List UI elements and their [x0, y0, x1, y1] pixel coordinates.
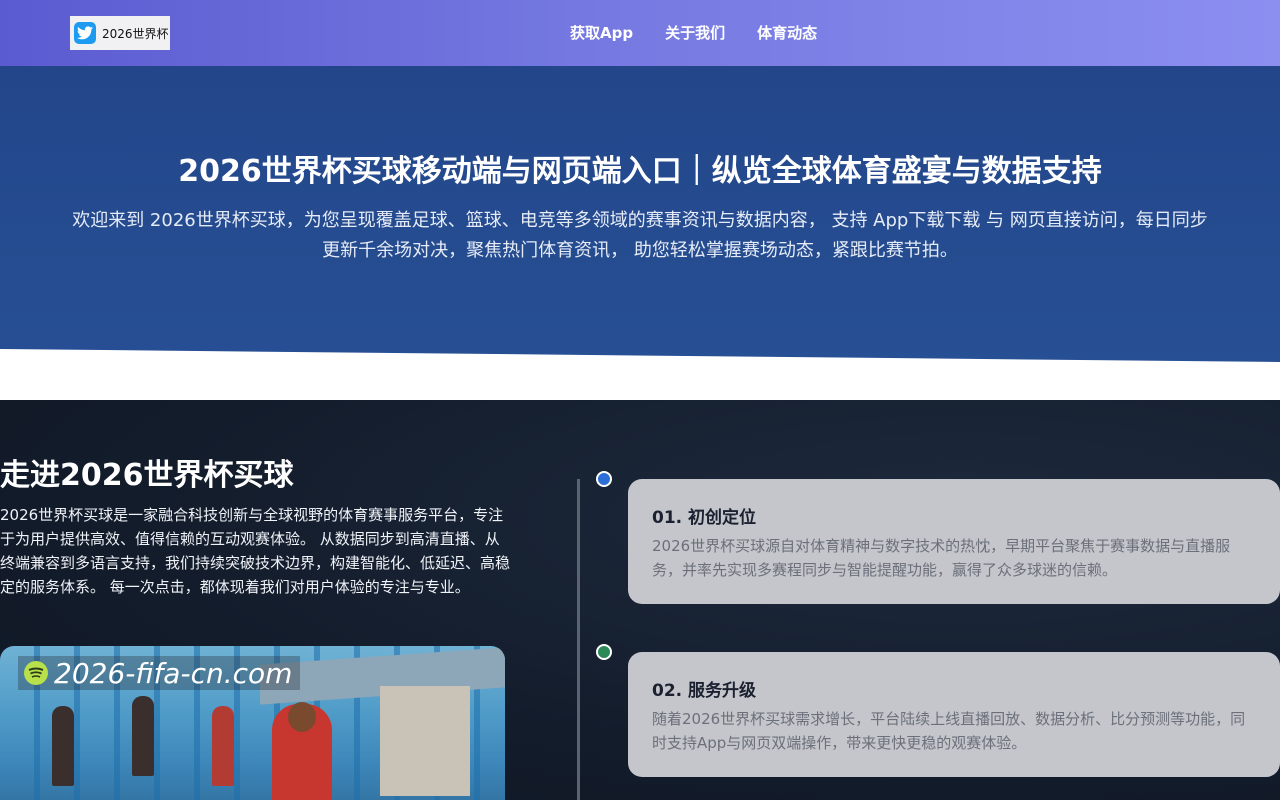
- nav-about-us[interactable]: 关于我们: [665, 22, 725, 43]
- player-head: [288, 702, 316, 732]
- logo-text: 2026世界杯: [102, 26, 169, 41]
- timeline-dot-2: [596, 644, 612, 660]
- timeline-card-title: 02. 服务升级: [652, 681, 757, 701]
- timeline-card-text: 2026世界杯买球源自对体育精神与数字技术的热忱，早期平台聚焦于赛事数据与直播服…: [652, 537, 1231, 579]
- spectator: [132, 696, 154, 776]
- nav-sports-news[interactable]: 体育动态: [757, 22, 817, 43]
- about-photo: 2026-fifa-cn.com: [0, 646, 505, 800]
- timeline-card-text: 随着2026世界杯买球需求增长，平台陆续上线直播回放、数据分析、比分预测等功能，…: [652, 710, 1246, 752]
- image-watermark: 2026-fifa-cn.com: [18, 656, 301, 690]
- stadium-wall: [380, 686, 470, 796]
- timeline-card-2: 02. 服务升级 随着2026世界杯买球需求增长，平台陆续上线直播回放、数据分析…: [628, 652, 1280, 777]
- nav-get-app[interactable]: 获取App: [570, 22, 633, 43]
- timeline-line: [577, 479, 580, 800]
- timeline-dot-1: [596, 471, 612, 487]
- watermark-text: 2026-fifa-cn.com: [54, 656, 293, 690]
- navbar: 2026世界杯 获取App 关于我们 体育动态: [0, 0, 1280, 66]
- timeline-card-title: 01. 初创定位: [652, 508, 757, 528]
- site-logo[interactable]: 2026世界杯: [70, 16, 170, 50]
- about-section: 走进2026世界杯买球 2026世界杯买球是一家融合科技创新与全球视野的体育赛事…: [0, 400, 1280, 800]
- timeline-card-1: 01. 初创定位 2026世界杯买球源自对体育精神与数字技术的热忱，早期平台聚焦…: [628, 479, 1280, 604]
- hero-title: 2026世界杯买球移动端与网页端入口｜纵览全球体育盛宴与数据支持: [178, 154, 1102, 189]
- spectator: [212, 706, 234, 786]
- about-title: 走进2026世界杯买球: [0, 458, 294, 493]
- spotify-icon: [24, 661, 48, 685]
- about-text: 2026世界杯买球是一家融合科技创新与全球视野的体育赛事服务平台，专注于为用户提…: [0, 506, 511, 596]
- hero-section: 2026世界杯买球移动端与网页端入口｜纵览全球体育盛宴与数据支持 欢迎来到 20…: [0, 66, 1280, 362]
- hero-description: 欢迎来到 2026世界杯买球，为您呈现覆盖足球、篮球、电竞等多领域的赛事资讯与数…: [72, 210, 1208, 261]
- spectator: [52, 706, 74, 786]
- main-nav: 获取App 关于我们 体育动态: [570, 22, 817, 43]
- twitter-bird-icon: [74, 22, 96, 44]
